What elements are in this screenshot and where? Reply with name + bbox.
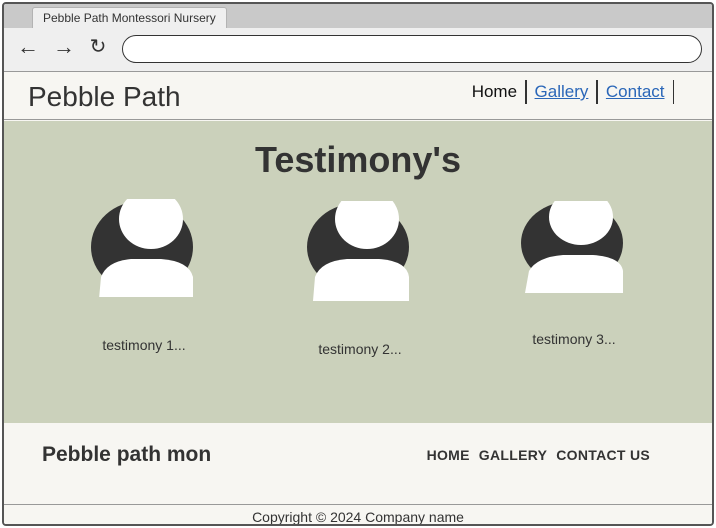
tab-strip: Pebble Path Montessori Nursery (4, 4, 712, 28)
user-avatar-icon (307, 201, 409, 301)
nav-gallery-link[interactable]: Gallery (527, 82, 597, 102)
footer-nav: HOME GALLERY CONTACT US (427, 447, 650, 463)
copyright-text: Copyright © 2024 Company name (4, 506, 712, 524)
testimonial-caption: testimony 1... (102, 337, 186, 353)
testimonial-card: testimony 2... (280, 201, 440, 357)
nav-contact-link[interactable]: Contact (598, 82, 673, 102)
nav-home-link[interactable]: Home (464, 82, 525, 102)
browser-tab[interactable]: Pebble Path Montessori Nursery (32, 7, 227, 28)
main-nav: Home Gallery Contact (464, 80, 674, 104)
nav-divider (672, 80, 674, 104)
testimonials-section: Testimony's testimony 1... testimony 2..… (4, 121, 712, 423)
site-footer: Pebble path mon HOME GALLERY CONTACT US (4, 423, 712, 505)
footer-gallery-link[interactable]: GALLERY (479, 447, 547, 463)
browser-toolbar: ← → ↻ (4, 28, 712, 72)
browser-window: Pebble Path Montessori Nursery ← → ↻ Peb… (2, 2, 714, 526)
site-header: Pebble Path Home Gallery Contact (4, 72, 712, 120)
testimonials-title: Testimony's (255, 139, 461, 180)
user-avatar-icon (521, 201, 623, 293)
address-bar[interactable] (122, 35, 702, 63)
testimonial-caption: testimony 3... (532, 331, 616, 347)
testimonial-caption: testimony 2... (318, 341, 402, 357)
footer-contact-link[interactable]: CONTACT US (556, 447, 650, 463)
footer-home-link[interactable]: HOME (427, 447, 470, 463)
user-avatar-icon (89, 199, 199, 299)
arrow-left-icon[interactable]: ← (16, 36, 40, 60)
site-brand: Pebble Path (28, 81, 181, 112)
footer-brand: Pebble path mon (42, 443, 212, 466)
testimonial-card: testimony 1... (64, 199, 224, 353)
reload-icon[interactable]: ↻ (86, 36, 110, 60)
testimonial-card: testimony 3... (494, 201, 654, 347)
arrow-right-icon[interactable]: → (52, 36, 76, 60)
